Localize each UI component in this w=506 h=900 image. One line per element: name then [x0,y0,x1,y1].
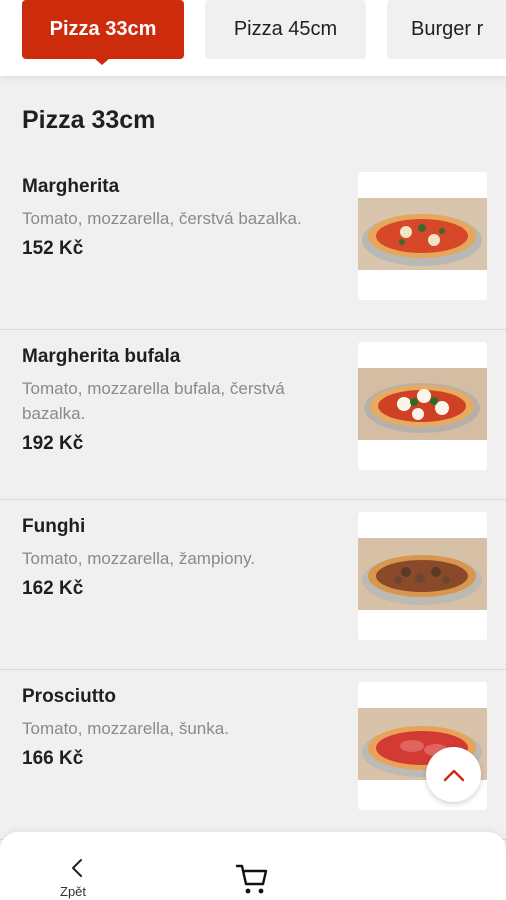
item-photo [358,342,487,470]
item-description: Tomato, mozzarella, žampiony. [22,549,256,568]
back-label: Zpět [60,884,87,899]
item-price: 192 Kč [22,433,84,454]
menu-item[interactable]: Prosciutto Tomato, mozzarella, šunka. 16… [0,670,506,840]
cart-icon [235,864,268,894]
item-price: 162 Kč [22,578,84,599]
item-photo [358,512,487,640]
tab-burger[interactable]: Burger r [387,0,506,59]
tab-label: Pizza 33cm [49,18,157,40]
item-name: Margherita bufala [22,346,181,367]
menu-item[interactable]: Funghi Tomato, mozzarella, žampiony. 162… [0,500,506,670]
item-description: Tomato, mozzarella bufala, čerstvá bazal… [22,379,285,423]
item-photo [358,172,487,300]
chevron-up-icon [443,769,464,781]
item-price: 152 Kč [22,238,84,259]
item-price: 166 Kč [22,748,84,769]
bottom-navigation: Zpět [0,832,506,900]
scroll-to-top-button[interactable] [426,747,481,802]
menu-item[interactable]: Margherita Tomato, mozzarella, čerstvá b… [0,160,506,330]
active-tab-pointer [94,58,110,65]
cart-button[interactable] [234,860,274,896]
tab-pizza-33cm[interactable]: Pizza 33cm [22,0,184,59]
section-title: Pizza 33cm [22,106,156,134]
category-tab-bar: Pizza 33cm Pizza 45cm Burger r [0,0,506,76]
item-description: Tomato, mozzarella, čerstvá bazalka. [22,209,302,228]
item-description: Tomato, mozzarella, šunka. [22,719,229,738]
menu-item[interactable]: Margherita bufala Tomato, mozzarella buf… [0,330,506,500]
tab-label: Pizza 45cm [233,18,338,40]
item-name: Funghi [22,516,86,537]
item-name: Prosciutto [22,686,116,707]
tab-label: Burger r [411,18,484,40]
item-name: Margherita [22,176,120,197]
back-button[interactable]: Zpět [48,854,108,900]
chevron-left-icon [72,859,82,877]
tab-pizza-45cm[interactable]: Pizza 45cm [205,0,366,59]
